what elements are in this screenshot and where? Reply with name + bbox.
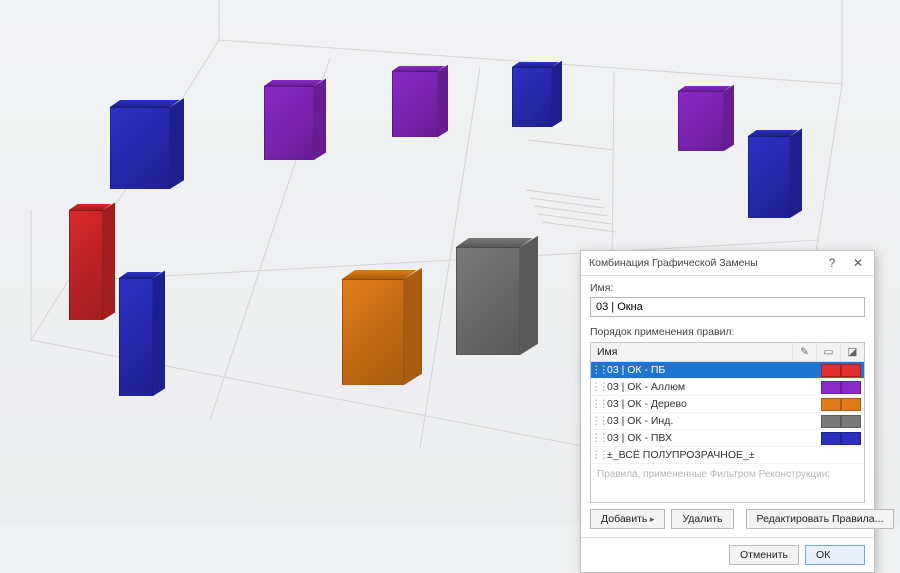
swatch-fill[interactable] xyxy=(841,432,861,445)
dialog-title: Комбинация Графической Замены xyxy=(589,257,758,269)
col-pen-icon[interactable]: ✎ xyxy=(792,343,816,361)
rule-row[interactable]: ⋮⋮±_ВСЁ ПОЛУПРОЗРАЧНОЕ_± xyxy=(591,447,864,464)
col-name[interactable]: Имя xyxy=(591,343,792,361)
window-pvh-back1[interactable] xyxy=(512,62,562,127)
rule-name: 03 | ОК - Дерево xyxy=(605,398,821,410)
rule-row[interactable]: ⋮⋮03 | ОК - Аллюм xyxy=(591,379,864,396)
swatch-fill[interactable] xyxy=(841,381,861,394)
rule-swatches[interactable] xyxy=(821,381,864,394)
window-wood-center[interactable] xyxy=(342,270,422,385)
drag-handle-icon[interactable]: ⋮⋮ xyxy=(591,398,605,410)
rule-swatches[interactable] xyxy=(821,432,864,445)
name-label: Имя: xyxy=(590,282,865,294)
window-alum-1[interactable] xyxy=(264,80,326,160)
cancel-button[interactable]: Отменить xyxy=(729,545,799,565)
window-alum-2[interactable] xyxy=(392,66,448,137)
rules-label: Порядок применения правил: xyxy=(590,326,865,338)
swatch-line[interactable] xyxy=(821,364,841,377)
rule-name: ±_ВСЁ ПОЛУПРОЗРАЧНОЕ_± xyxy=(605,449,861,461)
rules-list: Имя ✎ ▭ ◪ ⋮⋮03 | ОК - ПБ⋮⋮03 | ОК - Аллю… xyxy=(590,342,865,503)
window-ind-center[interactable] xyxy=(456,238,538,355)
drag-handle-icon[interactable]: ⋮⋮ xyxy=(591,415,605,427)
col-fill-surface-icon[interactable]: ◪ xyxy=(840,343,864,361)
rule-name: 03 | ОК - Аллюм xyxy=(605,381,821,393)
rule-name: 03 | ОК - ПВХ xyxy=(605,432,821,444)
rule-swatches[interactable] xyxy=(821,415,864,428)
dialog-titlebar[interactable]: Комбинация Графической Замены ? ✕ xyxy=(581,251,874,276)
window-pvh-left1[interactable] xyxy=(110,100,184,189)
graphic-override-combination-dialog: Комбинация Графической Замены ? ✕ Имя: П… xyxy=(580,250,875,573)
drag-handle-icon[interactable]: ⋮⋮ xyxy=(591,364,605,376)
edit-rules-button[interactable]: Редактировать Правила... xyxy=(746,509,895,529)
col-fill-line-icon[interactable]: ▭ xyxy=(816,343,840,361)
window-pvh-right[interactable] xyxy=(748,130,802,218)
swatch-line[interactable] xyxy=(821,398,841,411)
window-pvh-left2[interactable] xyxy=(119,272,165,396)
name-input[interactable] xyxy=(590,297,865,317)
swatch-line[interactable] xyxy=(821,381,841,394)
swatch-line[interactable] xyxy=(821,415,841,428)
rules-header: Имя ✎ ▭ ◪ xyxy=(591,343,864,362)
rule-row[interactable]: ⋮⋮03 | ОК - ПБ xyxy=(591,362,864,379)
drag-handle-icon[interactable]: ⋮⋮ xyxy=(591,432,605,444)
rule-name: 03 | ОК - ПБ xyxy=(605,364,821,376)
rule-swatches[interactable] xyxy=(821,364,864,377)
drag-handle-icon[interactable]: ⋮⋮ xyxy=(591,381,605,393)
swatch-fill[interactable] xyxy=(841,398,861,411)
help-button[interactable]: ? xyxy=(820,254,844,272)
rule-row[interactable]: ⋮⋮03 | ОК - ПВХ xyxy=(591,430,864,447)
delete-button[interactable]: Удалить xyxy=(671,509,733,529)
rule-row[interactable]: ⋮⋮03 | ОК - Инд. xyxy=(591,413,864,430)
ok-button[interactable]: ОК xyxy=(805,545,865,565)
drag-handle-icon[interactable]: ⋮⋮ xyxy=(591,449,605,461)
add-button[interactable]: Добавить xyxy=(590,509,665,529)
rule-name: 03 | ОК - Инд. xyxy=(605,415,821,427)
rules-note: Правила, примененные Фильтром Реконструк… xyxy=(591,464,864,502)
swatch-fill[interactable] xyxy=(841,364,861,377)
swatch-fill[interactable] xyxy=(841,415,861,428)
close-button[interactable]: ✕ xyxy=(846,254,870,272)
window-red-front[interactable] xyxy=(69,204,115,320)
rule-swatches[interactable] xyxy=(821,398,864,411)
swatch-line[interactable] xyxy=(821,432,841,445)
rule-row[interactable]: ⋮⋮03 | ОК - Дерево xyxy=(591,396,864,413)
window-alum-back[interactable] xyxy=(678,86,734,151)
